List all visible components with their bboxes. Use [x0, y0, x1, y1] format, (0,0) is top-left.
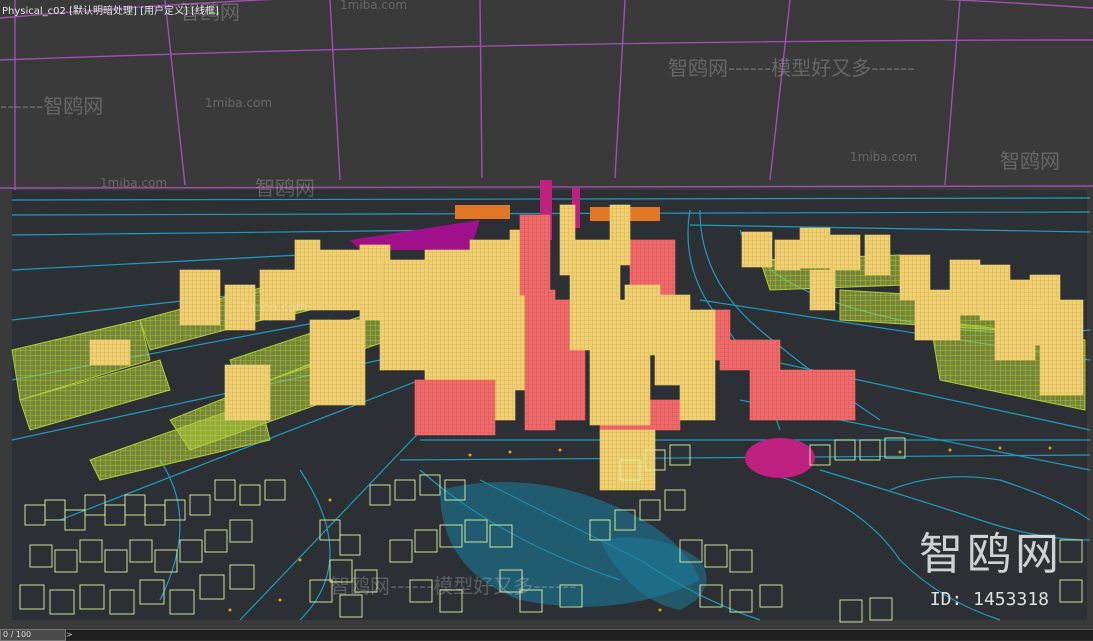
time-slider-next-arrow[interactable]: >	[66, 630, 73, 640]
viewport-view-label[interactable]: [用户定义]	[140, 6, 188, 17]
3d-viewport[interactable]: Physical_c02 [默认明暗处理] [用户定义] [线框] 智鸥网 1m…	[0, 0, 1093, 630]
time-slider-thumb[interactable]: 0 / 100	[0, 629, 66, 641]
viewport-shading-label[interactable]: [默认明暗处理]	[69, 6, 137, 17]
brand-logo-watermark: 智鸥网	[919, 529, 1063, 580]
perspective-grid	[0, 0, 1093, 190]
viewport-label[interactable]: Physical_c02 [默认明暗处理] [用户定义] [线框]	[2, 2, 219, 17]
model-id-label: ID: 1453318	[929, 589, 1049, 610]
time-slider[interactable]: 0 / 100 >	[0, 629, 1093, 641]
viewport-mode-label[interactable]: [线框]	[191, 6, 219, 17]
viewport-camera-label[interactable]: Physical_c02	[2, 6, 66, 17]
magenta-landmark	[745, 438, 815, 478]
